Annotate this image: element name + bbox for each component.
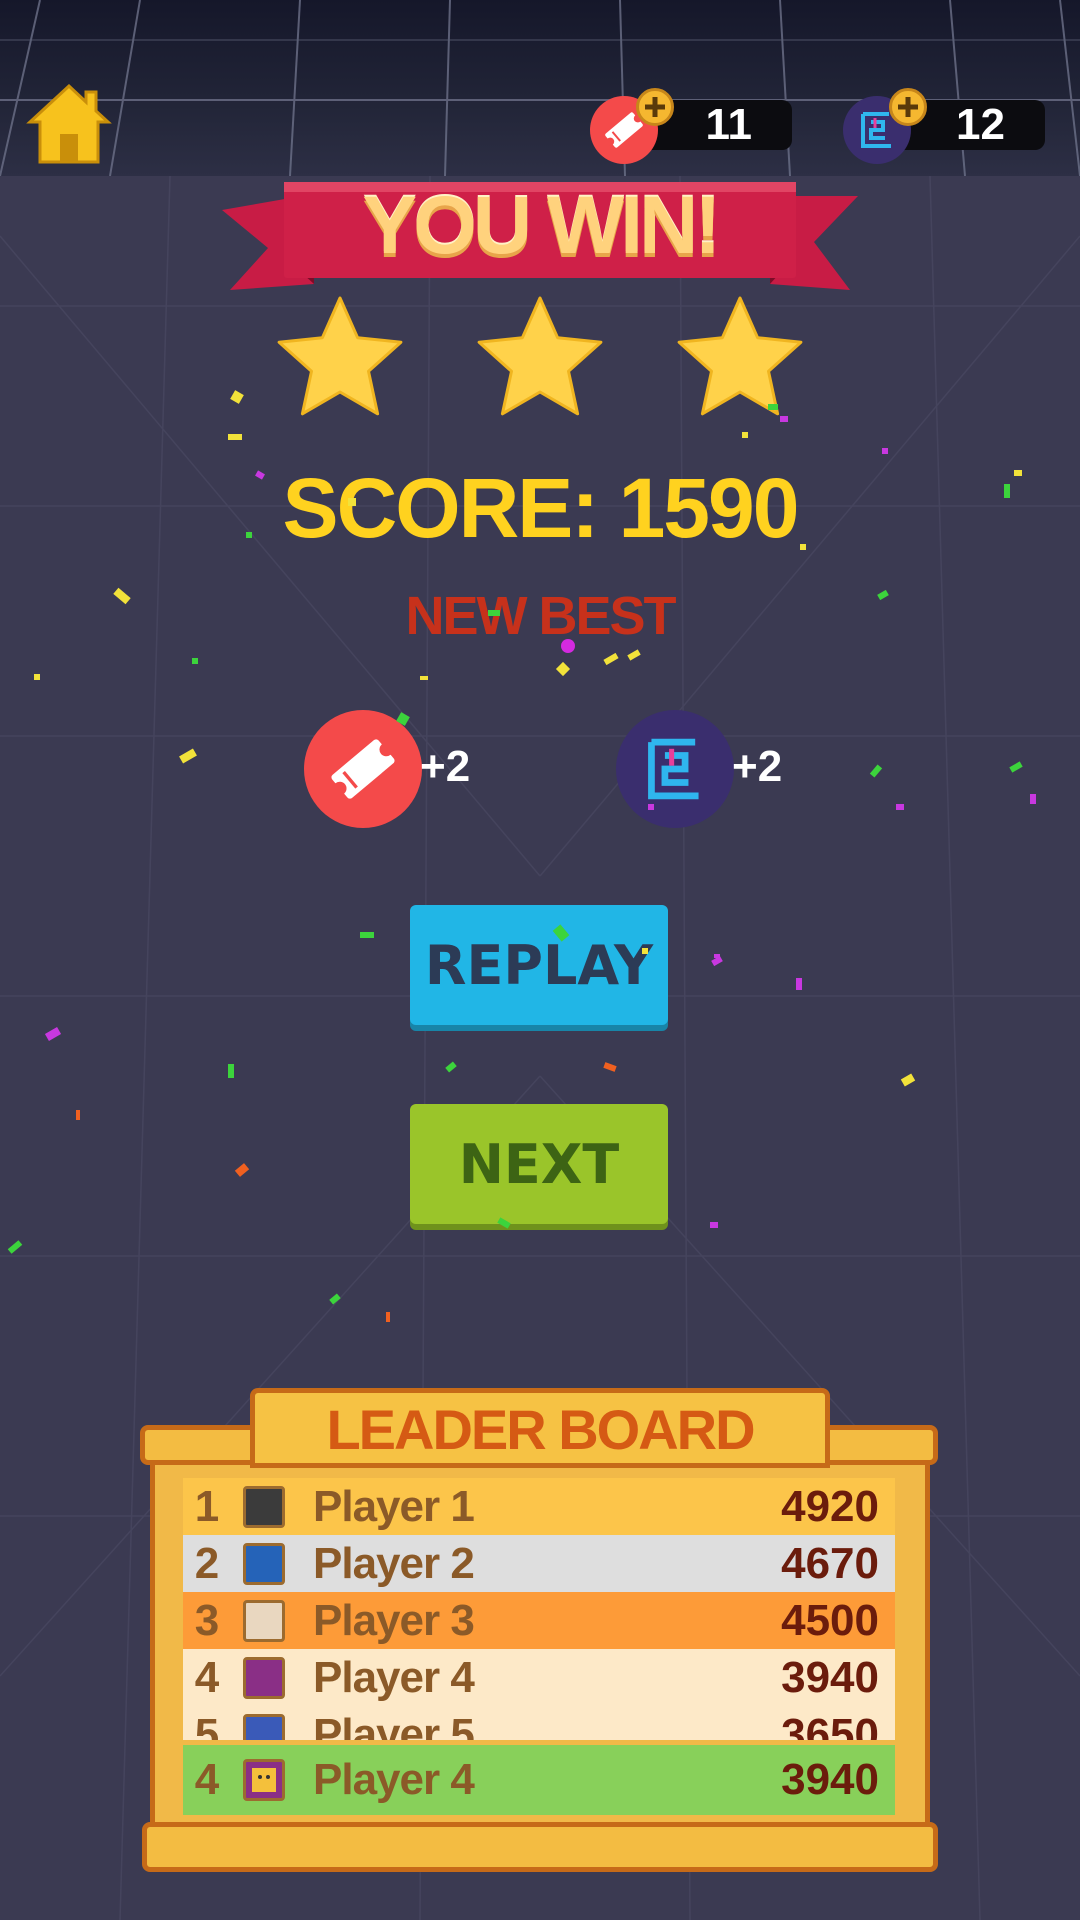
leaderboard-player-score: 3940 <box>781 1652 879 1702</box>
leaderboard-rank: 5 <box>194 1709 220 1741</box>
leaderboard-rank: 3 <box>194 1595 220 1645</box>
leaderboard-row: 4 Player 4 3940 <box>183 1649 895 1706</box>
current-player-rank: 4 <box>194 1755 220 1804</box>
avatar <box>243 1542 285 1585</box>
leaderboard-row: 3 Player 3 4500 <box>183 1592 895 1649</box>
avatar <box>243 1599 285 1642</box>
win-title: YOU WIN! <box>362 180 721 271</box>
home-icon <box>26 83 112 164</box>
avatar <box>243 1759 285 1801</box>
leaderboard-player-score: 4500 <box>781 1595 879 1645</box>
avatar-portrait-icon <box>252 1768 276 1792</box>
plus-icon <box>645 97 665 117</box>
add-maze-button[interactable] <box>889 88 927 126</box>
confetti <box>7 390 1036 1322</box>
leaderboard-player-score: 3650 <box>781 1709 879 1741</box>
leaderboard-row: 2 Player 2 4670 <box>183 1535 895 1592</box>
leaderboard-player-name: Player 5 <box>313 1709 475 1741</box>
leaderboard-row: 1 Player 1 4920 <box>183 1478 895 1535</box>
avatar <box>243 1656 285 1699</box>
current-player-score: 3940 <box>781 1755 879 1804</box>
leaderboard-player-name: Player 1 <box>313 1481 475 1531</box>
leaderboard-player-name: Player 2 <box>313 1538 475 1588</box>
plus-icon <box>898 97 918 117</box>
avatar <box>243 1485 285 1528</box>
leaderboard-player-score: 4670 <box>781 1538 879 1588</box>
leaderboard-row: 5 Player 5 3650 <box>183 1706 895 1740</box>
leaderboard-rank: 1 <box>194 1481 220 1531</box>
avatar <box>243 1713 285 1740</box>
leaderboard-bottom-ledge <box>142 1822 938 1872</box>
current-player-name: Player 4 <box>313 1755 475 1804</box>
leaderboard-player-name: Player 3 <box>313 1595 475 1645</box>
leaderboard-rank: 2 <box>194 1538 220 1588</box>
leaderboard-player-score: 4920 <box>781 1481 879 1531</box>
add-tickets-button[interactable] <box>636 88 674 126</box>
leaderboard-rank: 4 <box>194 1652 220 1702</box>
home-button[interactable] <box>24 78 114 168</box>
leaderboard-list[interactable]: 1 Player 1 4920 2 Player 2 4670 3 Player 3 4500 4… <box>183 1478 895 1740</box>
leaderboard-player-name: Player 4 <box>313 1652 475 1702</box>
current-player-row: 4 Player 4 3940 <box>183 1745 895 1815</box>
top-bar: 11 12 <box>0 0 1080 176</box>
leaderboard-title: LEADER BOARD <box>250 1388 830 1468</box>
